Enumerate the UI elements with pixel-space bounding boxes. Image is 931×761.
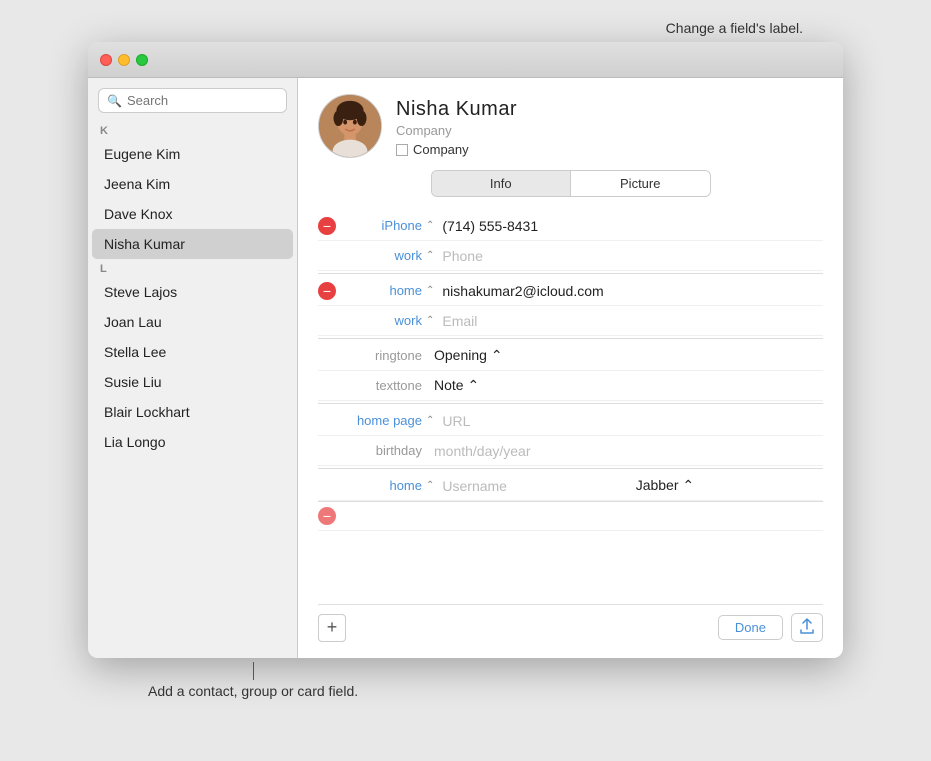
field-row-iphone: − iPhone ⌃ (714) 555-8431 — [318, 211, 823, 241]
search-bar-container: 🔍 — [88, 78, 297, 121]
section-header-l: L — [88, 259, 297, 277]
contact-item[interactable]: Eugene Kim — [92, 139, 293, 169]
minimize-button[interactable] — [118, 54, 130, 66]
iphone-stepper-icon[interactable]: ⌃ — [426, 220, 434, 231]
divider — [318, 338, 823, 339]
remove-partial-button[interactable]: − — [318, 507, 336, 525]
divider — [318, 468, 823, 469]
contact-item[interactable]: Blair Lockhart — [92, 397, 293, 427]
field-row-ringtone: ringtone Opening ⌃ — [318, 341, 823, 371]
field-label-work-phone[interactable]: work — [342, 248, 422, 263]
contact-name-area: Nisha Kumar Company Company — [396, 94, 823, 157]
contact-header: Nisha Kumar Company Company — [318, 94, 823, 158]
field-row-work-phone: work ⌃ Phone — [318, 241, 823, 271]
remove-placeholder — [318, 247, 336, 265]
field-label-work-email[interactable]: work — [342, 313, 422, 328]
maximize-button[interactable] — [136, 54, 148, 66]
sidebar: 🔍 K Eugene Kim Jeena Kim Dave Knox Nisha… — [88, 78, 298, 658]
section-header-k: K — [88, 121, 297, 139]
contact-item[interactable]: Dave Knox — [92, 199, 293, 229]
search-icon: 🔍 — [107, 94, 122, 108]
field-value-work-email[interactable]: Email — [442, 313, 823, 329]
contact-item[interactable]: Steve Lajos — [92, 277, 293, 307]
annotation-top: Change a field's label. — [666, 20, 803, 36]
jabber-stepper-icon[interactable]: ⌃ — [426, 480, 434, 491]
company-checkbox-label: Company — [413, 142, 469, 157]
done-button[interactable]: Done — [718, 615, 783, 640]
field-value-birthday[interactable]: month/day/year — [434, 443, 823, 459]
remove-placeholder — [318, 412, 336, 430]
field-value-homepage[interactable]: URL — [442, 413, 823, 429]
company-placeholder[interactable]: Company — [396, 123, 823, 138]
tab-info[interactable]: Info — [432, 171, 572, 196]
remove-placeholder — [318, 377, 336, 395]
field-label-iphone[interactable]: iPhone — [342, 218, 422, 233]
field-value-work-phone[interactable]: Phone — [442, 248, 823, 264]
share-icon — [800, 618, 814, 634]
remove-placeholder — [318, 312, 336, 330]
field-row-partial: − — [318, 501, 823, 531]
field-row-homepage: home page ⌃ URL — [318, 406, 823, 436]
homepage-stepper-icon[interactable]: ⌃ — [426, 415, 434, 426]
remove-placeholder — [318, 477, 336, 495]
tabs-row: Info Picture — [431, 170, 711, 197]
share-button[interactable] — [791, 613, 823, 642]
main-content: 🔍 K Eugene Kim Jeena Kim Dave Knox Nisha… — [88, 78, 843, 658]
field-label-homepage[interactable]: home page — [342, 413, 422, 428]
avatar-image — [319, 94, 381, 158]
company-checkbox[interactable] — [396, 144, 408, 156]
contact-item[interactable]: Stella Lee — [92, 337, 293, 367]
field-row-work-email: work ⌃ Email — [318, 306, 823, 336]
contact-name[interactable]: Nisha Kumar — [396, 98, 823, 121]
divider — [318, 273, 823, 274]
fields-area: − iPhone ⌃ (714) 555-8431 work ⌃ Phone — [318, 211, 823, 596]
field-value-jabber-service[interactable]: Jabber ⌃ — [636, 477, 823, 494]
field-row-birthday: birthday month/day/year — [318, 436, 823, 466]
contact-item-selected[interactable]: Nisha Kumar — [92, 229, 293, 259]
contacts-window: 🔍 K Eugene Kim Jeena Kim Dave Knox Nisha… — [88, 42, 843, 658]
field-label-home-email[interactable]: home — [342, 283, 422, 298]
remove-email-button[interactable]: − — [318, 282, 336, 300]
search-input[interactable] — [127, 93, 278, 108]
add-field-button[interactable]: + — [318, 614, 346, 642]
field-value-texttone[interactable]: Note ⌃ — [434, 377, 823, 394]
field-row-jabber: home ⌃ Username Jabber ⌃ — [318, 471, 823, 501]
remove-placeholder — [318, 442, 336, 460]
divider — [318, 403, 823, 404]
field-label-ringtone: ringtone — [342, 348, 422, 363]
close-button[interactable] — [100, 54, 112, 66]
field-label-birthday: birthday — [342, 443, 422, 458]
detail-pane: Nisha Kumar Company Company Info Picture — [298, 78, 843, 658]
work-email-stepper-icon[interactable]: ⌃ — [426, 315, 434, 326]
home-email-stepper-icon[interactable]: ⌃ — [426, 285, 434, 296]
field-value-iphone: (714) 555-8431 — [442, 218, 823, 234]
annotation-line-bottom — [253, 662, 254, 680]
field-label-texttone: texttone — [342, 378, 422, 393]
contact-item[interactable]: Joan Lau — [92, 307, 293, 337]
work-phone-stepper-icon[interactable]: ⌃ — [426, 250, 434, 261]
field-value-ringtone[interactable]: Opening ⌃ — [434, 347, 823, 364]
field-row-home-email: − home ⌃ nishakumar2@icloud.com — [318, 276, 823, 306]
field-value-home-email: nishakumar2@icloud.com — [442, 283, 823, 299]
annotation-bottom: Add a contact, group or card field. — [148, 683, 358, 699]
action-buttons: Done — [718, 613, 823, 642]
contact-item[interactable]: Susie Liu — [92, 367, 293, 397]
contact-item[interactable]: Lia Longo — [92, 427, 293, 457]
bottom-bar: + Done — [318, 604, 823, 646]
traffic-lights — [100, 54, 148, 66]
field-label-jabber-home[interactable]: home — [342, 478, 422, 493]
tab-picture[interactable]: Picture — [571, 171, 710, 196]
company-checkbox-row: Company — [396, 142, 823, 157]
remove-placeholder — [318, 347, 336, 365]
avatar — [318, 94, 382, 158]
remove-phone-button[interactable]: − — [318, 217, 336, 235]
field-value-jabber-username[interactable]: Username — [442, 478, 629, 494]
search-input-wrapper[interactable]: 🔍 — [98, 88, 287, 113]
titlebar — [88, 42, 843, 78]
contact-item[interactable]: Jeena Kim — [92, 169, 293, 199]
field-row-texttone: texttone Note ⌃ — [318, 371, 823, 401]
